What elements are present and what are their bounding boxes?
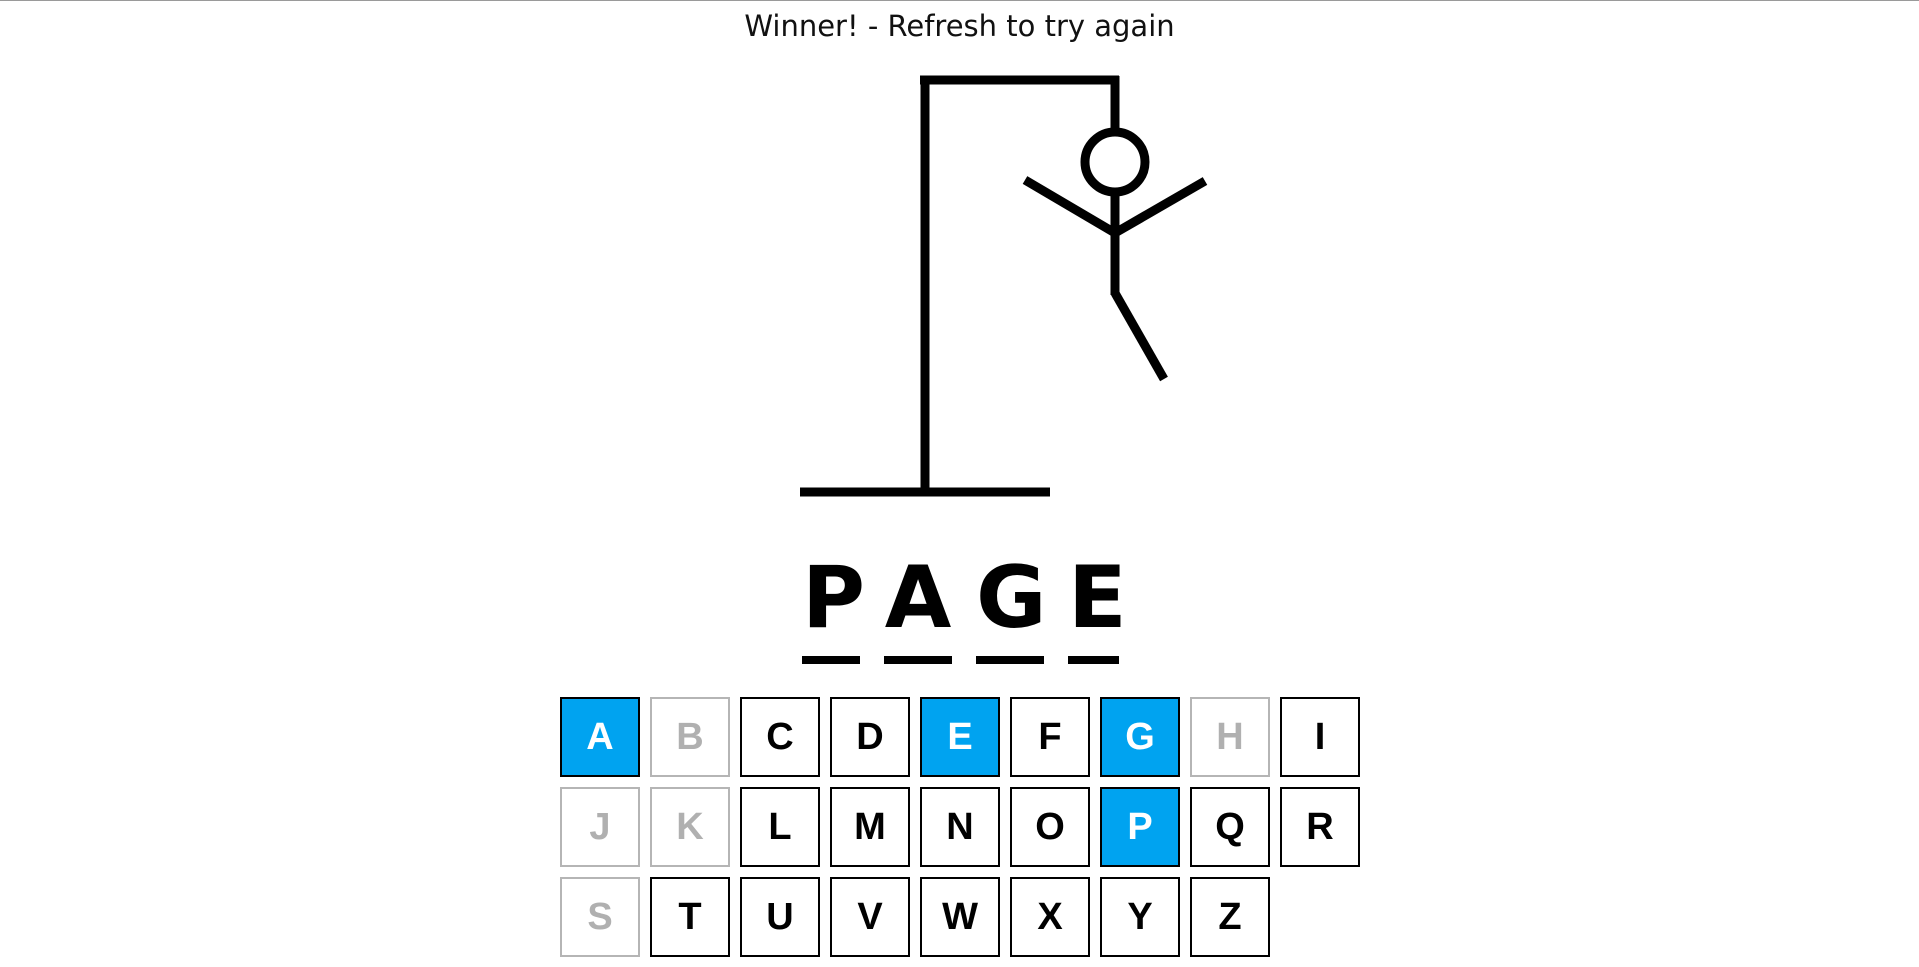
hangman-head	[1080, 127, 1150, 197]
key-d[interactable]: D	[830, 697, 910, 777]
word-slot: P	[802, 548, 866, 668]
word-underline	[1068, 656, 1119, 664]
keyboard-row: J K L M N O P Q R	[560, 787, 1360, 867]
key-g[interactable]: G	[1100, 697, 1180, 777]
game-status-message: Winner! - Refresh to try again	[744, 9, 1175, 43]
key-m[interactable]: M	[830, 787, 910, 867]
keyboard-row: S T U V W X Y Z	[560, 877, 1360, 957]
key-e[interactable]: E	[920, 697, 1000, 777]
top-border	[0, 0, 1919, 1]
key-l[interactable]: L	[740, 787, 820, 867]
key-z[interactable]: Z	[1190, 877, 1270, 957]
word-letter: E	[1068, 548, 1127, 648]
letter-keyboard: A B C D E F G H I J K L M N O P Q R S T …	[560, 697, 1360, 967]
word-underline	[884, 656, 952, 664]
key-b[interactable]: B	[650, 697, 730, 777]
word-letter: P	[802, 548, 866, 648]
word-letter: G	[976, 548, 1047, 648]
keyboard-row: A B C D E F G H I	[560, 697, 1360, 777]
word-display: P A G E	[0, 548, 1919, 668]
key-o[interactable]: O	[1010, 787, 1090, 867]
key-c[interactable]: C	[740, 697, 820, 777]
hangman-leg	[1111, 290, 1168, 382]
key-v[interactable]: V	[830, 877, 910, 957]
key-k[interactable]: K	[650, 787, 730, 867]
key-u[interactable]: U	[740, 877, 820, 957]
word-slot: A	[884, 548, 952, 668]
key-f[interactable]: F	[1010, 697, 1090, 777]
key-q[interactable]: Q	[1190, 787, 1270, 867]
key-p[interactable]: P	[1100, 787, 1180, 867]
hangman-drawing	[800, 75, 1208, 497]
word-slot: G	[976, 548, 1047, 668]
key-j[interactable]: J	[560, 787, 640, 867]
word-letter: A	[884, 548, 952, 648]
word-slot: E	[1068, 548, 1127, 668]
word-underline	[802, 656, 860, 664]
key-w[interactable]: W	[920, 877, 1000, 957]
word-underline	[976, 656, 1044, 664]
key-y[interactable]: Y	[1100, 877, 1180, 957]
key-x[interactable]: X	[1010, 877, 1090, 957]
key-a[interactable]: A	[560, 697, 640, 777]
key-t[interactable]: T	[650, 877, 730, 957]
key-h[interactable]: H	[1190, 697, 1270, 777]
key-r[interactable]: R	[1280, 787, 1360, 867]
key-n[interactable]: N	[920, 787, 1000, 867]
key-i[interactable]: I	[1280, 697, 1360, 777]
key-s[interactable]: S	[560, 877, 640, 957]
